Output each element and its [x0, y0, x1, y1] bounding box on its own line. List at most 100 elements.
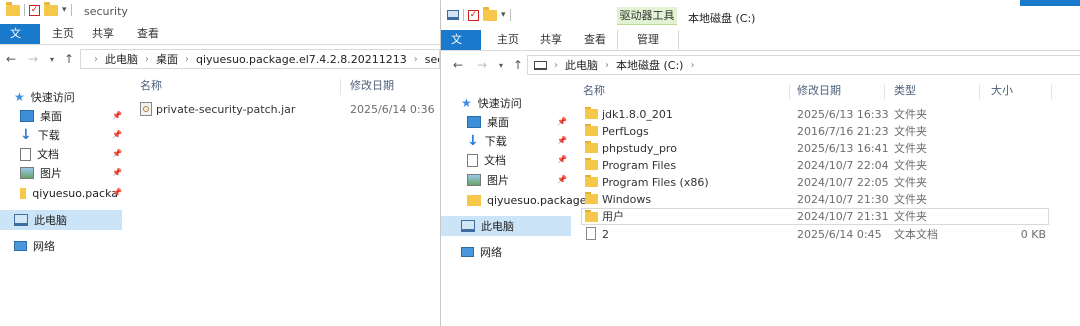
tab-file[interactable]: 文件: [441, 30, 481, 66]
up-arrow-icon[interactable]: ↑: [64, 52, 74, 66]
new-folder-icon[interactable]: [44, 1, 58, 16]
recent-locations-icon[interactable]: ▾: [50, 55, 54, 64]
breadcrumb-desktop[interactable]: 桌面: [156, 51, 178, 67]
customize-toolbar-icon[interactable]: ▾: [501, 10, 506, 20]
column-header-name[interactable]: 名称: [583, 81, 605, 101]
breadcrumb-this-pc[interactable]: 此电脑: [105, 51, 138, 67]
breadcrumb-package[interactable]: qiyuesuo.package.el7.4.2.8.20211213: [196, 53, 407, 66]
nav-quick-access[interactable]: ★ 快速访问: [14, 87, 75, 107]
tab-file[interactable]: 文件: [0, 24, 40, 60]
table-row[interactable]: Program Files (x86) 2024/10/7 22:05 文件夹: [581, 174, 1049, 191]
file-modified: 2025/6/14 0:36: [350, 103, 435, 116]
nav-label: 文档: [484, 154, 506, 167]
back-arrow-icon[interactable]: ←: [453, 58, 463, 72]
tab-view[interactable]: 查看: [574, 30, 616, 50]
column-divider[interactable]: [789, 84, 790, 100]
column-header-name[interactable]: 名称: [140, 76, 162, 96]
folder-icon: [20, 187, 27, 199]
file-name: Program Files: [602, 159, 677, 172]
breadcrumb-this-pc[interactable]: 此电脑: [565, 57, 598, 73]
table-row[interactable]: 2 2025/6/14 0:45 文本文档 0 KB: [581, 226, 1049, 243]
title-bar: ✓ ▾ security: [0, 0, 440, 24]
table-row[interactable]: Windows 2024/10/7 21:30 文件夹: [581, 191, 1049, 208]
nav-item-downloads[interactable]: ↓ 下载: [467, 131, 507, 151]
column-divider[interactable]: [1051, 84, 1052, 100]
column-header-type[interactable]: 类型: [894, 81, 916, 101]
forward-arrow-icon[interactable]: →: [477, 58, 487, 72]
new-folder-icon[interactable]: [483, 6, 497, 21]
column-divider[interactable]: [884, 84, 885, 100]
chevron-right-icon[interactable]: ›: [414, 54, 418, 65]
nav-item-desktop[interactable]: 桌面: [467, 112, 509, 132]
nav-item-documents[interactable]: 文档: [20, 144, 59, 164]
table-row[interactable]: phpstudy_pro 2025/6/13 16:41 文件夹: [581, 140, 1049, 157]
nav-label: 桌面: [487, 116, 509, 129]
column-header-modified[interactable]: 修改日期: [797, 81, 841, 101]
nav-network[interactable]: 网络: [14, 236, 55, 256]
chevron-right-icon[interactable]: ›: [185, 54, 189, 65]
column-divider[interactable]: [979, 84, 980, 100]
chevron-right-icon[interactable]: ›: [554, 60, 558, 71]
column-divider[interactable]: [340, 79, 341, 95]
nav-item-documents[interactable]: 文档: [467, 150, 506, 170]
back-arrow-icon[interactable]: ←: [6, 52, 16, 66]
tab-manage[interactable]: 管理: [617, 30, 679, 50]
quick-access-toolbar: ✓ ▾: [6, 1, 72, 16]
customize-toolbar-icon[interactable]: ▾: [62, 5, 67, 15]
file-type: 文件夹: [894, 125, 927, 138]
folder-icon: [585, 141, 598, 153]
nav-item-desktop[interactable]: 桌面: [20, 106, 62, 126]
tab-view[interactable]: 查看: [127, 24, 169, 44]
table-row[interactable]: PerfLogs 2016/7/16 21:23 文件夹: [581, 123, 1049, 140]
table-row[interactable]: private-security-patch.jar 2025/6/14 0:3…: [138, 101, 438, 118]
nav-item-pictures[interactable]: 图片: [20, 163, 62, 183]
nav-this-pc[interactable]: 此电脑: [0, 210, 122, 230]
document-icon: [20, 147, 31, 161]
column-header-size[interactable]: 大小: [991, 81, 1013, 101]
nav-label: 网络: [480, 246, 502, 259]
nav-item-downloads[interactable]: ↓ 下载: [20, 125, 60, 145]
nav-item-pictures[interactable]: 图片: [467, 170, 509, 190]
properties-icon[interactable]: ✓: [468, 9, 479, 21]
folder-icon: [585, 158, 598, 170]
nav-label: 快速访问: [30, 91, 75, 104]
forward-arrow-icon[interactable]: →: [28, 52, 38, 66]
recent-locations-icon[interactable]: ▾: [499, 61, 503, 70]
drive-icon: [447, 10, 459, 20]
address-bar[interactable]: › 此电脑 › 本地磁盘 (C:) ›: [527, 55, 1080, 75]
breadcrumb-security[interactable]: security: [425, 53, 439, 66]
tab-home[interactable]: 主页: [487, 30, 529, 50]
address-row: ← → ▾ ↑ › 此电脑 › 本地磁盘 (C:) ›: [441, 53, 1080, 77]
table-row[interactable]: 用户 2024/10/7 21:31 文件夹: [581, 208, 1049, 225]
file-name: Windows: [602, 193, 652, 206]
nav-network[interactable]: 网络: [461, 242, 502, 262]
up-arrow-icon[interactable]: ↑: [513, 58, 523, 72]
chevron-right-icon[interactable]: ›: [690, 60, 694, 71]
tab-home[interactable]: 主页: [42, 24, 84, 44]
table-row[interactable]: Program Files 2024/10/7 22:04 文件夹: [581, 157, 1049, 174]
address-bar[interactable]: › 此电脑 › 桌面 › qiyuesuo.package.el7.4.2.8.…: [80, 49, 440, 69]
nav-item-qiyuesuo[interactable]: qiyuesuo.packa: [20, 183, 118, 203]
nav-item-qiyuesuo[interactable]: qiyuesuo.package: [467, 190, 586, 210]
file-modified: 2025/6/13 16:33: [797, 108, 889, 121]
properties-icon[interactable]: ✓: [29, 4, 40, 16]
pin-icon: 📌: [112, 168, 122, 177]
nav-label: 下载: [37, 129, 60, 142]
nav-quick-access[interactable]: ★ 快速访问: [461, 93, 522, 113]
chevron-right-icon[interactable]: ›: [94, 54, 98, 65]
chevron-right-icon[interactable]: ›: [145, 54, 149, 65]
table-row[interactable]: jdk1.8.0_201 2025/6/13 16:33 文件夹: [581, 106, 1049, 123]
chevron-right-icon[interactable]: ›: [605, 60, 609, 71]
nav-this-pc[interactable]: 此电脑: [441, 216, 571, 236]
pin-icon: 📌: [557, 117, 567, 126]
file-type: 文件夹: [894, 159, 927, 172]
column-header-modified[interactable]: 修改日期: [350, 76, 394, 96]
download-icon: ↓: [20, 127, 32, 143]
breadcrumb-c-drive[interactable]: 本地磁盘 (C:): [616, 57, 683, 73]
tab-share[interactable]: 共享: [530, 30, 572, 50]
folder-icon: [585, 192, 598, 204]
divider: [70, 4, 72, 16]
tab-share[interactable]: 共享: [82, 24, 124, 44]
nav-label: qiyuesuo.package: [487, 193, 587, 207]
picture-icon: [467, 174, 481, 186]
